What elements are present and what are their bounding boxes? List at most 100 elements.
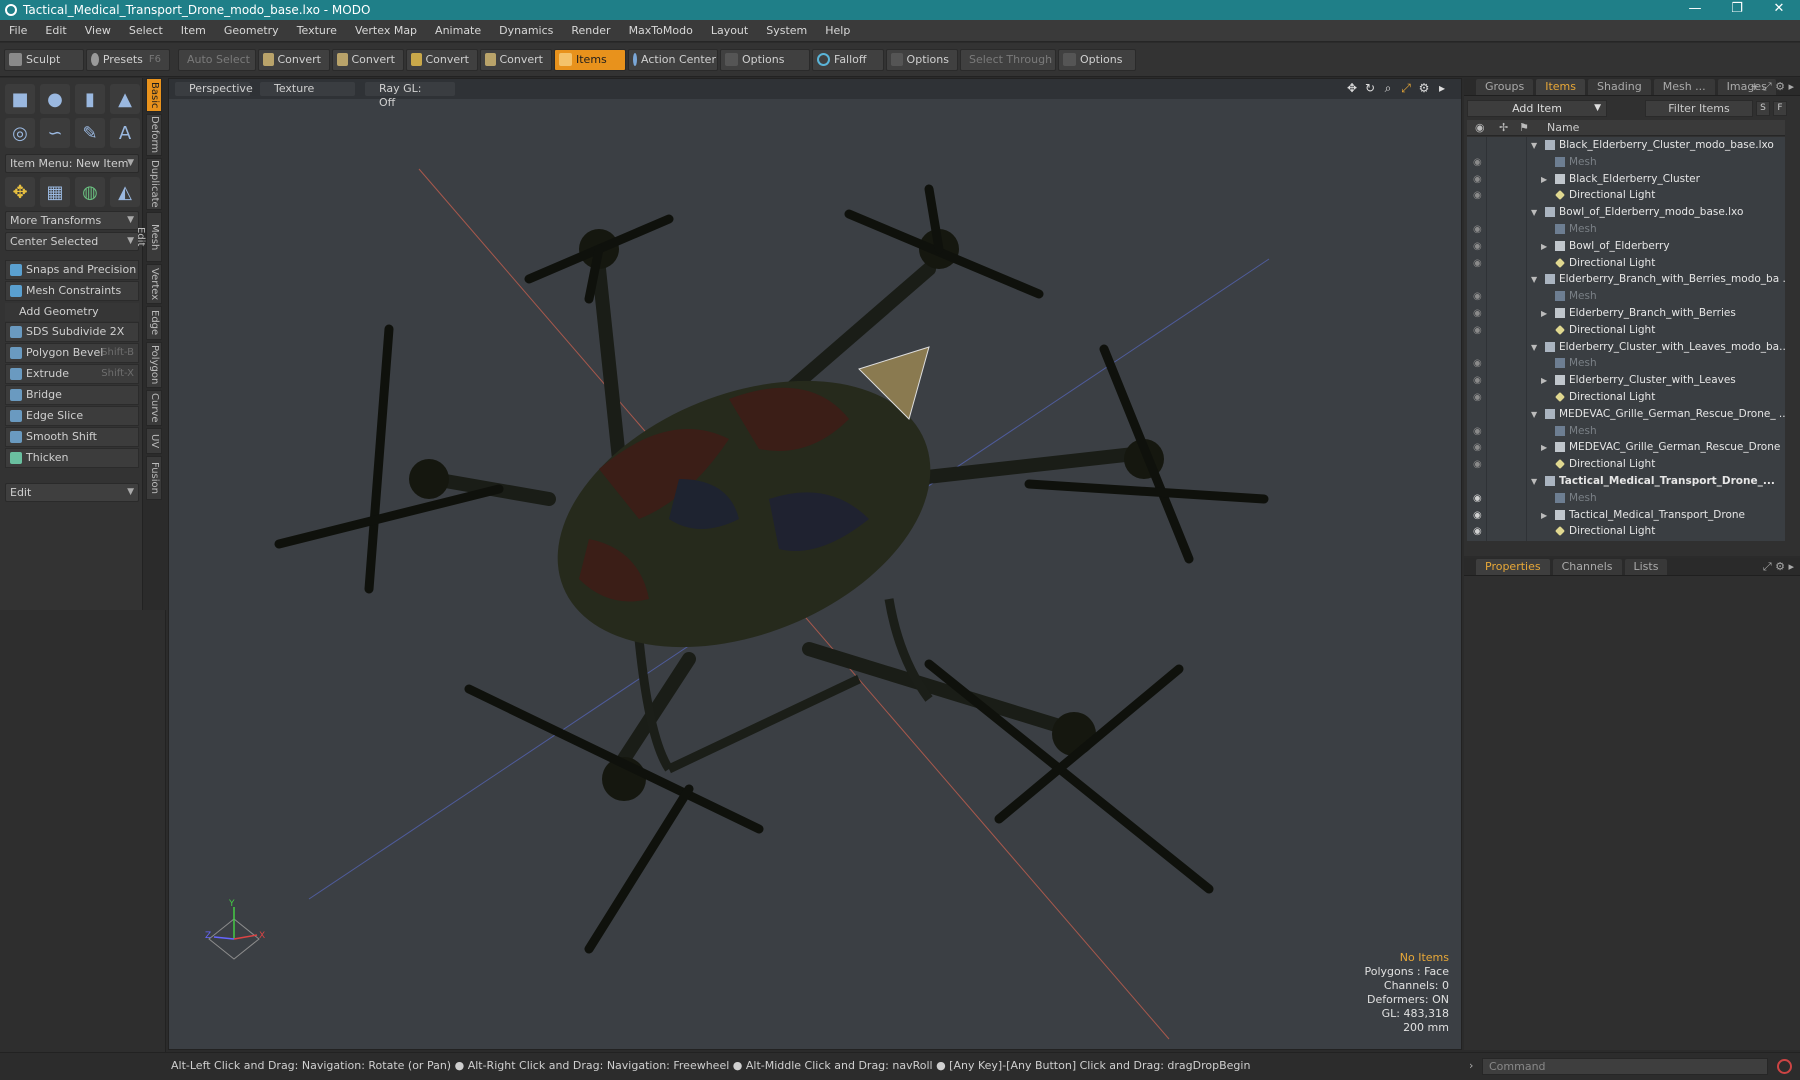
snaps-precision-button[interactable]: Snaps and Precision [5, 260, 139, 280]
visibility-eye-icon[interactable]: ◉ [1473, 187, 1485, 204]
scene-item-row[interactable]: ▼ Black_Elderberry_Cluster_modo_base.lxo [1467, 137, 1785, 154]
transform-icon[interactable]: ✥ [5, 177, 35, 207]
expand-right-icon[interactable]: ▶ [1541, 171, 1547, 188]
item-row[interactable]: ◉ Directional Light [1467, 523, 1785, 540]
item-row[interactable]: ◉ Directional Light [1467, 187, 1785, 204]
convert-polygons-button[interactable]: Convert [406, 48, 478, 71]
cube-primitive-icon[interactable]: ■ [5, 84, 35, 114]
presets-button[interactable]: Presets F6 [86, 48, 170, 71]
close-button[interactable]: ✕ [1758, 0, 1800, 20]
text-tool-icon[interactable]: A [110, 118, 140, 148]
visibility-eye-icon[interactable]: ◉ [1473, 305, 1485, 322]
panel-options-icon[interactable]: ⤢ ⚙ ▸ [1763, 560, 1794, 574]
tab-basic[interactable]: Basic [146, 78, 162, 112]
action-center-options-button[interactable]: Options [720, 48, 810, 71]
panel-options-icon[interactable]: + ⤢ ⚙ ▸ [1750, 80, 1794, 94]
tab-fusion[interactable]: Fusion [146, 456, 162, 500]
menu-texture[interactable]: Texture [288, 24, 346, 37]
more-transforms-dropdown[interactable]: More Transforms ▼ [5, 211, 139, 230]
filter-f-button[interactable]: F [1773, 100, 1787, 116]
item-row[interactable]: ◉ ▶ Tactical_Medical_Transport_Drone [1467, 507, 1785, 524]
auto-select-button[interactable]: Auto Select [178, 48, 256, 71]
item-row[interactable]: ◉ Mesh [1467, 423, 1785, 440]
grid-icon[interactable]: ▦ [40, 177, 70, 207]
falloff-options-button[interactable]: Options [886, 48, 958, 71]
visibility-eye-icon[interactable]: ◉ [1473, 372, 1485, 389]
item-row[interactable]: ◉ ▶ Elderberry_Cluster_with_Leaves [1467, 372, 1785, 389]
menu-animate[interactable]: Animate [426, 24, 490, 37]
center-selected-dropdown[interactable]: Center Selected ▼ [5, 232, 139, 251]
add-geometry-header[interactable]: Add Geometry [5, 303, 139, 321]
item-row[interactable]: ◉ Mesh [1467, 154, 1785, 171]
visibility-eye-icon[interactable]: ◉ [1473, 322, 1485, 339]
cone-primitive-icon[interactable]: ▲ [110, 84, 140, 114]
expand-down-icon[interactable]: ▼ [1531, 406, 1537, 423]
extrude-button[interactable]: Extrude Shift-X [5, 364, 139, 384]
edge-slice-button[interactable]: Edge Slice [5, 406, 139, 426]
item-row[interactable]: ◉ Mesh [1467, 355, 1785, 372]
tab-polygon[interactable]: Polygon [146, 342, 162, 388]
menu-item[interactable]: Item [172, 24, 215, 37]
visibility-column-icon[interactable]: ◉ [1475, 121, 1485, 134]
visibility-eye-icon[interactable]: ◉ [1473, 439, 1485, 456]
bridge-button[interactable]: Bridge [5, 385, 139, 405]
tab-channels[interactable]: Channels [1552, 559, 1622, 575]
ray-gl-toggle[interactable]: Ray GL: Off [365, 82, 455, 109]
thicken-button[interactable]: Thicken [5, 448, 139, 468]
tab-duplicate[interactable]: Duplicate [146, 158, 162, 210]
expand-down-icon[interactable]: ▼ [1531, 339, 1537, 356]
item-row[interactable]: ◉ ▶ MEDEVAC_Grille_German_Rescue_Drone [1467, 439, 1785, 456]
item-list[interactable]: ▼ Black_Elderberry_Cluster_modo_base.lxo ◉… [1467, 137, 1785, 541]
scene-item-row[interactable]: ▼ MEDEVAC_Grille_German_Rescue_Drone_ ... [1467, 406, 1785, 423]
item-row[interactable]: ◉ ▶ Bowl_of_Elderberry [1467, 238, 1785, 255]
pan-icon[interactable]: ✥ [1343, 81, 1361, 96]
expand-right-icon[interactable]: ▶ [1541, 372, 1547, 389]
visibility-eye-icon[interactable]: ◉ [1473, 507, 1485, 524]
scene-item-row[interactable]: ▼ Bowl_of_Elderberry_modo_base.lxo [1467, 204, 1785, 221]
items-mode-button[interactable]: Items [554, 48, 626, 71]
tab-curve[interactable]: Curve [146, 390, 162, 426]
item-row[interactable]: ◉ Directional Light [1467, 255, 1785, 272]
falloff-button[interactable]: Falloff [812, 48, 884, 71]
tab-shading[interactable]: Shading [1588, 79, 1651, 95]
menu-system[interactable]: System [757, 24, 816, 37]
smooth-shift-button[interactable]: Smooth Shift [5, 427, 139, 447]
menu-maxtomodo[interactable]: MaxToModo [620, 24, 702, 37]
minimize-button[interactable]: — [1674, 0, 1716, 20]
tab-deform[interactable]: Deform [146, 114, 162, 156]
sphere-primitive-icon[interactable]: ● [40, 84, 70, 114]
rotate-icon[interactable]: ↻ [1361, 81, 1379, 96]
command-input[interactable]: Command [1482, 1058, 1768, 1075]
item-row[interactable]: ◉ Directional Light [1467, 456, 1785, 473]
tab-items[interactable]: Items [1536, 79, 1586, 95]
expand-right-icon[interactable]: ▶ [1541, 305, 1547, 322]
convert-edges-button[interactable]: Convert [332, 48, 404, 71]
add-item-dropdown[interactable]: Add Item ▼ [1467, 99, 1607, 117]
item-menu-dropdown[interactable]: Item Menu: New Item ▼ [5, 154, 139, 173]
tab-groups[interactable]: Groups [1476, 79, 1534, 95]
torus-primitive-icon[interactable]: ◎ [5, 118, 35, 148]
edit-dropdown[interactable]: Edit ▼ [5, 483, 139, 502]
sds-subdivide-button[interactable]: SDS Subdivide 2X [5, 322, 139, 342]
mesh-constraints-button[interactable]: Mesh Constraints [5, 281, 139, 301]
polygon-bevel-button[interactable]: Polygon Bevel Shift-B [5, 343, 139, 363]
perspective-grid-icon[interactable]: ◭ [110, 177, 140, 207]
expand-down-icon[interactable]: ▼ [1531, 204, 1537, 221]
menu-geometry[interactable]: Geometry [215, 24, 288, 37]
menu-help[interactable]: Help [816, 24, 859, 37]
select-through-options-button[interactable]: Options [1058, 48, 1136, 71]
item-row[interactable]: ◉ Mesh [1467, 288, 1785, 305]
menu-layout[interactable]: Layout [702, 24, 757, 37]
menu-edit[interactable]: Edit [36, 24, 75, 37]
fit-icon[interactable]: ⤢ [1397, 81, 1415, 96]
visibility-eye-icon[interactable]: ◉ [1473, 221, 1485, 238]
shading-texture[interactable]: Texture [260, 82, 355, 96]
tab-uv[interactable]: UV [146, 428, 162, 454]
item-row[interactable]: ◉ Directional Light [1467, 389, 1785, 406]
sculpt-button[interactable]: Sculpt [4, 48, 84, 71]
visibility-eye-icon[interactable]: ◉ [1473, 389, 1485, 406]
visibility-eye-icon[interactable]: ◉ [1473, 154, 1485, 171]
action-center-button[interactable]: Action Center [628, 48, 718, 71]
menu-file[interactable]: File [0, 24, 36, 37]
menu-render[interactable]: Render [562, 24, 619, 37]
